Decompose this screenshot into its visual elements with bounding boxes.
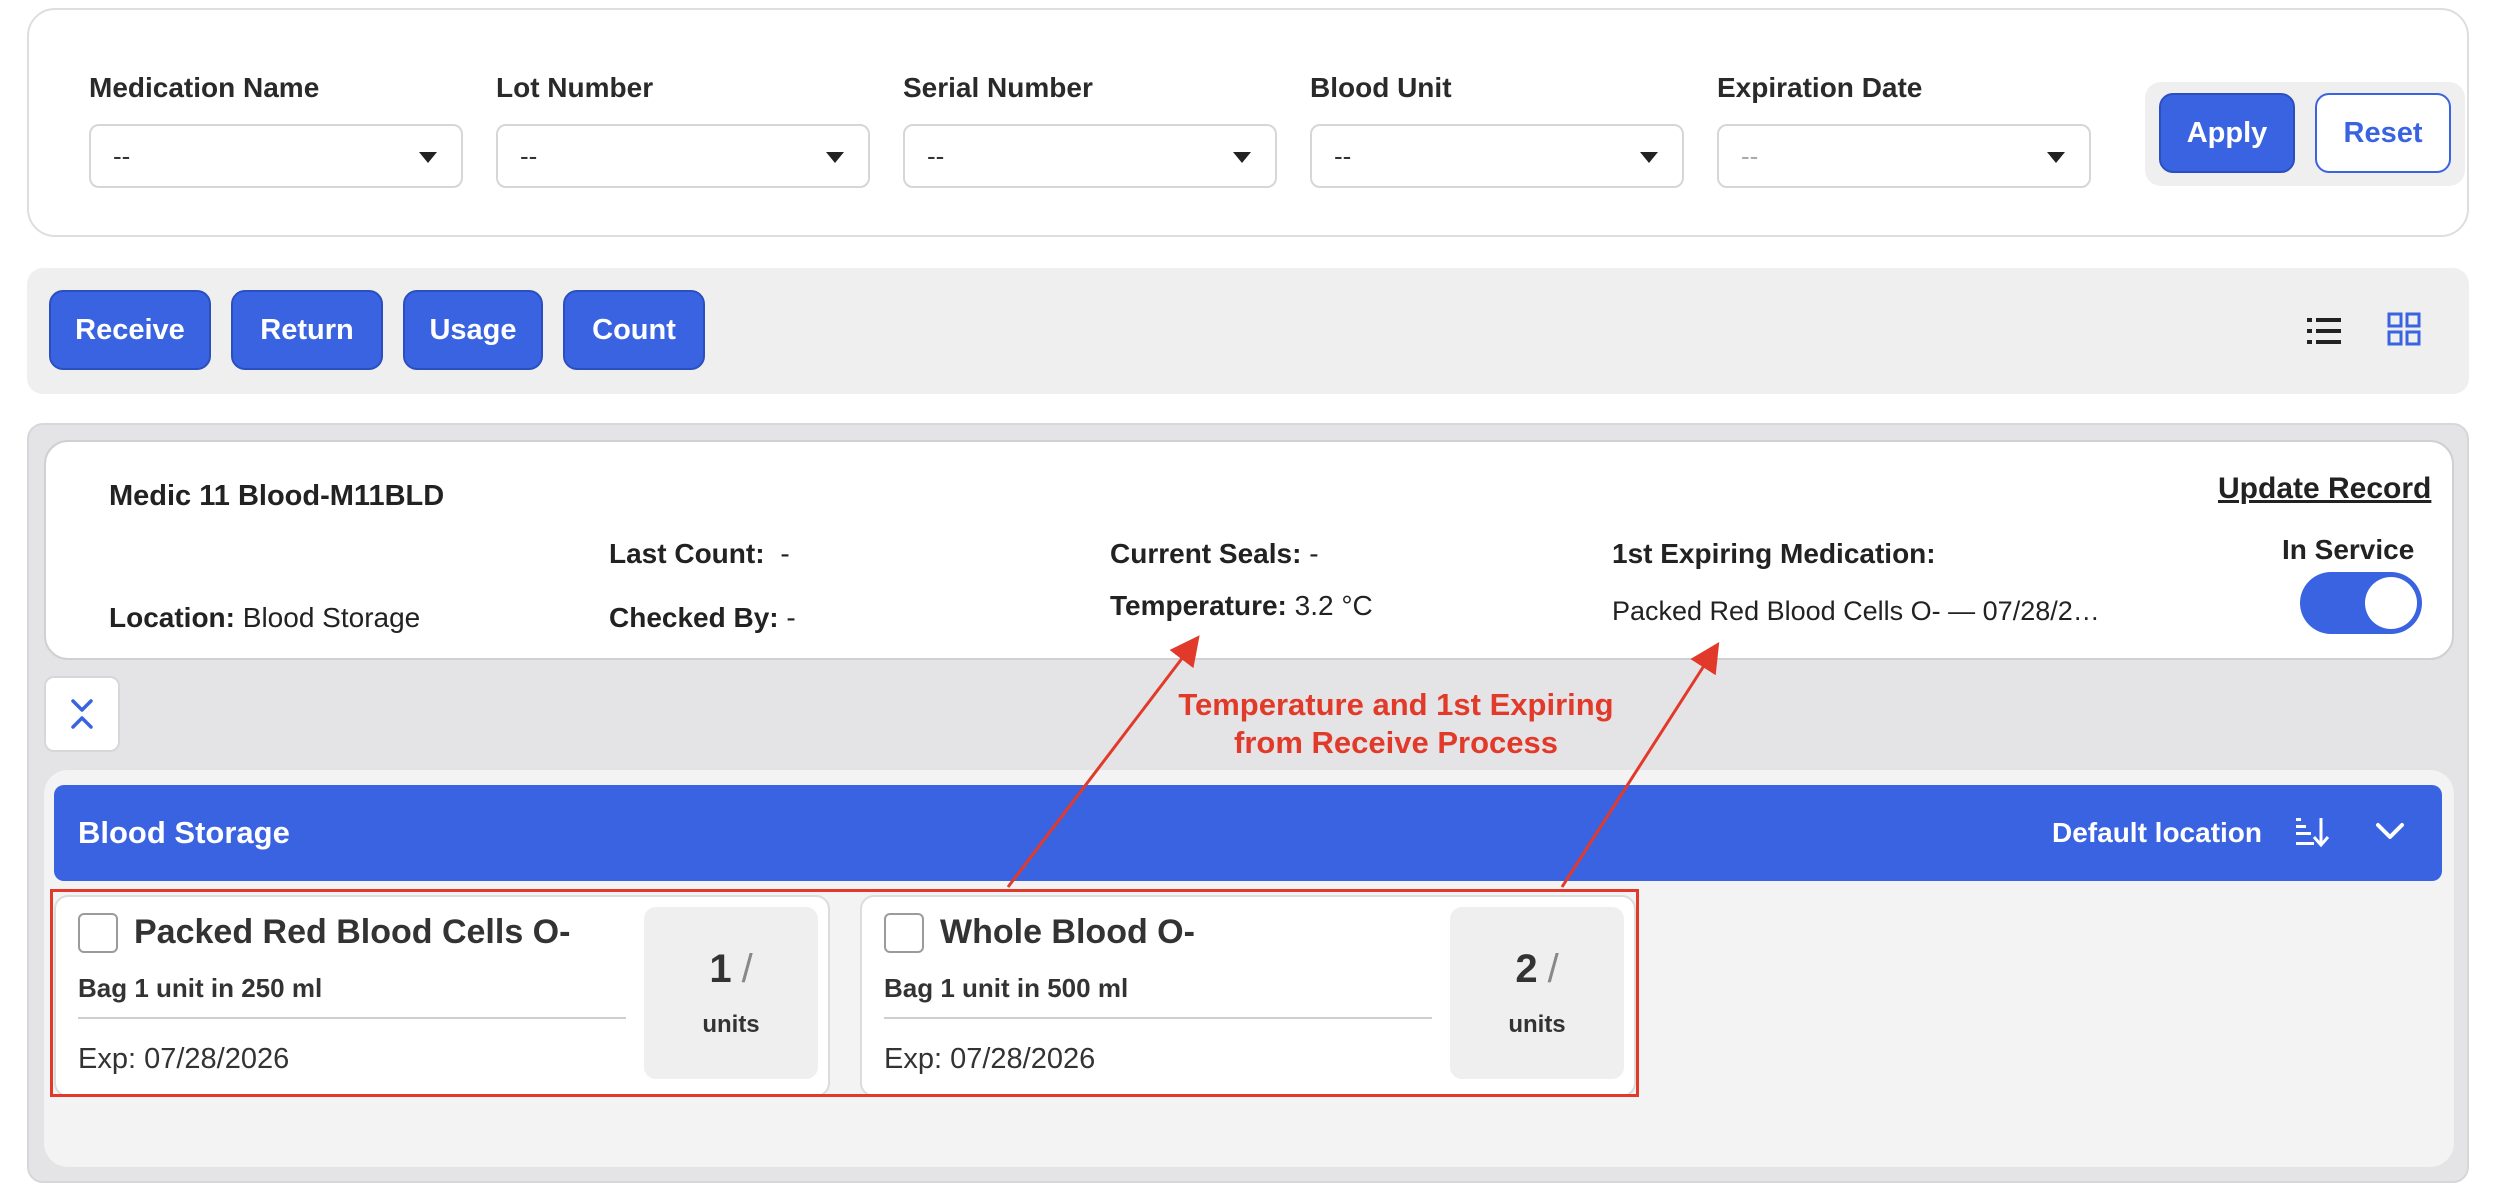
current-seals-value: - <box>1309 538 1319 569</box>
medication-name-select[interactable]: -- <box>89 124 463 188</box>
unit-record-card: Medic 11 Blood-M11BLD Update Record Loca… <box>44 440 2454 660</box>
temperature-label: Temperature: <box>1110 590 1287 621</box>
temperature-field: Temperature: 3.2 °C <box>1110 590 1373 622</box>
blood-unit-select[interactable]: -- <box>1310 124 1684 188</box>
apply-button[interactable]: Apply <box>2159 93 2295 173</box>
serial-number-select[interactable]: -- <box>903 124 1277 188</box>
temperature-value: 3.2 °C <box>1294 590 1373 621</box>
chevron-down-icon <box>1233 152 1251 163</box>
filter-panel: Medication Name -- Lot Number -- Serial … <box>27 8 2469 237</box>
annotation-text: Temperature and 1st Expiring from Receiv… <box>1136 686 1656 762</box>
filter-label: Lot Number <box>496 72 654 103</box>
toggle-knob <box>2365 577 2417 629</box>
reset-button[interactable]: Reset <box>2315 93 2451 173</box>
receive-button[interactable]: Receive <box>49 290 211 370</box>
checked-by-field: Checked By: - <box>609 602 796 634</box>
status-label: In Service <box>2282 534 2415 565</box>
filter-serial-number: Serial Number -- <box>903 72 1277 188</box>
chevron-down-icon <box>1640 152 1658 163</box>
select-value: -- <box>1334 140 1352 171</box>
chevron-down-icon[interactable] <box>2374 819 2406 843</box>
storage-title: Blood Storage <box>78 815 290 850</box>
filter-expiration-date: Expiration Date -- <box>1717 72 2091 188</box>
list-view-icon[interactable] <box>2307 316 2341 346</box>
annotation-line-2: from Receive Process <box>1234 725 1558 760</box>
sort-icon[interactable] <box>2294 815 2330 849</box>
expiration-date-select[interactable]: -- <box>1717 124 2091 188</box>
count-button[interactable]: Count <box>563 290 705 370</box>
first-expiring-label: 1st Expiring Medication: <box>1612 538 1936 569</box>
location-label: Location: <box>109 602 235 633</box>
location-value: Blood Storage <box>242 602 421 633</box>
last-count-label: Last Count: <box>609 538 765 569</box>
checked-by-label: Checked By: <box>609 602 779 633</box>
filter-label: Serial Number <box>903 72 1093 103</box>
filter-blood-unit: Blood Unit -- <box>1310 72 1684 188</box>
location-field: Location: Blood Storage <box>109 602 420 634</box>
filter-label: Expiration Date <box>1717 72 1923 103</box>
select-value: -- <box>520 140 538 171</box>
chevron-down-icon <box>2047 152 2065 163</box>
annotation-highlight-box <box>50 889 1639 1097</box>
annotation-line-1: Temperature and 1st Expiring <box>1178 687 1614 722</box>
in-service-toggle[interactable] <box>2300 572 2422 634</box>
return-button[interactable]: Return <box>231 290 383 370</box>
filter-label: Blood Unit <box>1310 72 1452 103</box>
grid-view-icon[interactable] <box>2387 312 2421 346</box>
select-value: -- <box>113 140 131 171</box>
collapse-chevrons-icon <box>71 699 93 729</box>
filter-medication-name: Medication Name -- <box>89 72 463 188</box>
current-seals-field: Current Seals: - <box>1110 538 1319 570</box>
first-expiring-value: Packed Red Blood Cells O- — 07/28/2… <box>1612 596 2100 626</box>
collapse-button[interactable] <box>44 676 120 752</box>
storage-header[interactable]: Blood Storage Default location <box>54 785 2442 881</box>
select-value: -- <box>927 140 945 171</box>
action-toolbar: Receive Return Usage Count <box>27 268 2469 394</box>
last-count-value: - <box>780 538 790 569</box>
chevron-down-icon <box>419 152 437 163</box>
filter-button-group: Apply Reset <box>2145 82 2465 186</box>
lot-number-select[interactable]: -- <box>496 124 870 188</box>
filter-label: Medication Name <box>89 72 320 103</box>
current-seals-label: Current Seals: <box>1110 538 1302 569</box>
default-location-label: Default location <box>2052 817 2263 848</box>
usage-button[interactable]: Usage <box>403 290 543 370</box>
unit-title: Medic 11 Blood-M11BLD <box>109 480 445 512</box>
checked-by-value: - <box>786 602 796 633</box>
last-count-field: Last Count: - <box>609 538 790 570</box>
select-value: -- <box>1741 140 1759 171</box>
chevron-down-icon <box>826 152 844 163</box>
update-record-link[interactable]: Update Record <box>2218 472 2431 506</box>
filter-lot-number: Lot Number -- <box>496 72 870 188</box>
